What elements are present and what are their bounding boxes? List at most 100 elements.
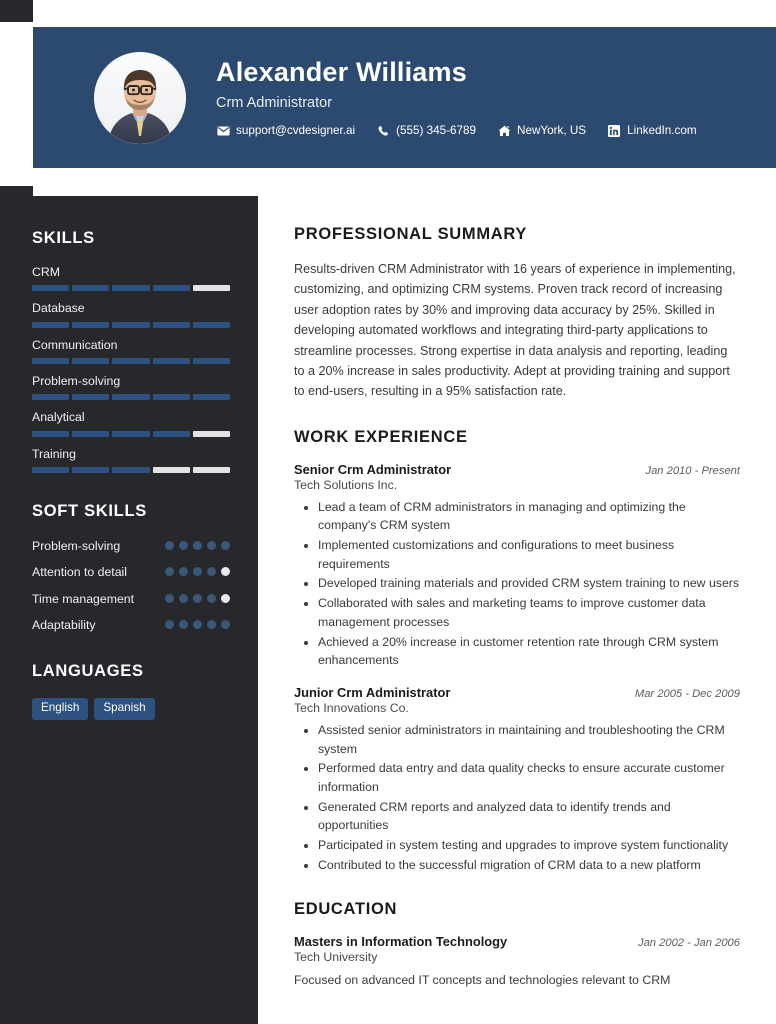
contact-phone[interactable]: (555) 345-6789 — [376, 124, 476, 138]
entry-date: Mar 2005 - Dec 2009 — [634, 687, 740, 700]
contact-location-label: NewYork, US — [517, 124, 587, 138]
rating-dot — [179, 567, 188, 577]
experience-entry: Junior Crm Administrator Mar 2005 - Dec 2… — [294, 685, 740, 875]
skill-name: CRM — [32, 265, 61, 279]
skill-row: Communication — [32, 337, 231, 365]
languages-heading: LANGUAGES — [32, 662, 144, 681]
rating-dot — [207, 593, 216, 603]
skill-segment — [32, 467, 70, 474]
entry-header: Junior Crm Administrator Mar 2005 - Dec 2… — [294, 685, 740, 700]
entry-bullet: Performed data entry and data quality ch… — [318, 759, 740, 796]
entry-bullet: Developed training materials and provide… — [318, 574, 740, 593]
rating-dot — [207, 567, 216, 577]
contact-phone-label: (555) 345-6789 — [396, 124, 477, 138]
skill-segment — [72, 285, 110, 292]
rating-dot — [221, 567, 230, 577]
entry-title: Junior Crm Administrator — [294, 684, 451, 700]
rating-dot — [165, 619, 174, 629]
contact-location[interactable]: NewYork, US — [497, 124, 586, 138]
skill-segment — [112, 358, 150, 365]
entry-description: Focused on advanced IT concepts and tech… — [294, 973, 671, 988]
skill-segment — [32, 358, 70, 365]
contact-linkedin[interactable]: LinkedIn.com — [607, 124, 697, 138]
skill-segment — [72, 394, 110, 401]
entry-title: Masters in Information Technology — [294, 934, 508, 950]
soft-skill-row: Attention to detail — [32, 564, 230, 580]
skill-segment — [72, 321, 110, 328]
skill-segment — [72, 430, 110, 437]
contact-email[interactable]: support@cvdesigner.ai — [216, 124, 355, 138]
languages-list: English Spanish — [32, 698, 230, 720]
skill-row: Problem-solving — [32, 374, 231, 401]
rating-dot — [207, 541, 216, 551]
skill-segment — [32, 285, 70, 292]
soft-skill-row: Problem-solving — [32, 538, 230, 554]
rating-dot — [165, 593, 174, 603]
entry-bullet-list: Assisted senior administrators in mainta… — [294, 721, 740, 875]
skill-level-bar — [32, 394, 231, 401]
entry-title: Senior Crm Administrator — [294, 461, 452, 477]
contact-email-label: support@cvdesigner.ai — [236, 124, 356, 138]
entry-bullet: Participated in system testing and upgra… — [318, 836, 740, 855]
skill-row: Analytical — [32, 410, 231, 437]
skill-segment — [32, 394, 70, 401]
skills-list: CRM Database Communication Problem-solving A… — [32, 265, 231, 474]
rating-dot — [221, 619, 230, 629]
soft-skill-rating — [165, 617, 230, 629]
skill-segment — [192, 394, 231, 401]
entry-header: Senior Crm Administrator Jan 2010 - Prese… — [294, 462, 740, 477]
entry-date: Jan 2002 - Jan 2006 — [637, 937, 740, 950]
contact-linkedin-label: LinkedIn.com — [627, 124, 697, 138]
phone-icon — [376, 124, 390, 138]
skill-level-bar — [32, 321, 231, 328]
soft-skill-row: Adaptability — [32, 617, 230, 633]
language-chip: English — [32, 698, 89, 720]
skill-segment — [192, 430, 231, 437]
skill-segment — [152, 467, 190, 474]
soft-skills-heading: SOFT SKILLS — [32, 502, 147, 521]
header-text-block: Alexander Williams Crm Administrator sup… — [216, 57, 776, 137]
skill-name: Problem-solving — [32, 374, 121, 389]
rating-dot — [179, 619, 188, 629]
skill-segment — [32, 430, 70, 437]
soft-skill-rating — [165, 538, 230, 551]
soft-skill-rating — [165, 564, 230, 577]
skill-level-bar — [32, 430, 231, 437]
skill-segment — [192, 285, 231, 292]
resume-header: Alexander Williams Crm Administrator sup… — [33, 27, 776, 168]
skill-segment — [72, 358, 110, 365]
summary-heading: PROFESSIONAL SUMMARY — [294, 225, 528, 243]
entry-date: Jan 2010 - Present — [645, 464, 740, 477]
home-icon — [497, 124, 511, 138]
skill-name: Communication — [32, 337, 118, 352]
skill-segment — [152, 358, 190, 365]
skill-level-bar — [32, 285, 231, 292]
entry-organization: Tech Solutions Inc. — [294, 477, 398, 492]
rating-dot — [207, 619, 216, 629]
entry-organization: Tech University — [294, 950, 378, 965]
skill-name: Database — [32, 301, 85, 316]
person-name: Alexander Williams — [216, 57, 467, 88]
rating-dot — [193, 541, 202, 551]
rating-dot — [221, 593, 230, 603]
entry-bullet-list: Lead a team of CRM administrators in man… — [294, 498, 740, 670]
education-heading: EDUCATION — [294, 900, 398, 919]
education-list: Masters in Information Technology Jan 200… — [294, 934, 740, 990]
skill-name: Training — [32, 446, 76, 461]
summary-text: Results-driven CRM Administrator with 16… — [294, 262, 736, 399]
person-role: Crm Administrator — [216, 94, 333, 111]
skill-row: Database — [32, 301, 231, 328]
skill-segment — [152, 394, 190, 401]
skill-segment — [112, 394, 150, 401]
skill-segment — [112, 285, 150, 292]
rating-dot — [193, 619, 202, 629]
rating-dot — [179, 593, 188, 603]
entry-bullet: Collaborated with sales and marketing te… — [318, 594, 740, 631]
soft-skills-list: Problem-solving Attention to detail Time m… — [32, 538, 230, 633]
skill-segment — [152, 285, 190, 292]
soft-skill-rating — [165, 591, 230, 603]
soft-skill-name: Adaptability — [32, 617, 96, 632]
soft-skill-name: Problem-solving — [32, 539, 121, 554]
entry-bullet: Achieved a 20% increase in customer rete… — [318, 633, 740, 670]
entry-organization: Tech Innovations Co. — [294, 700, 409, 715]
